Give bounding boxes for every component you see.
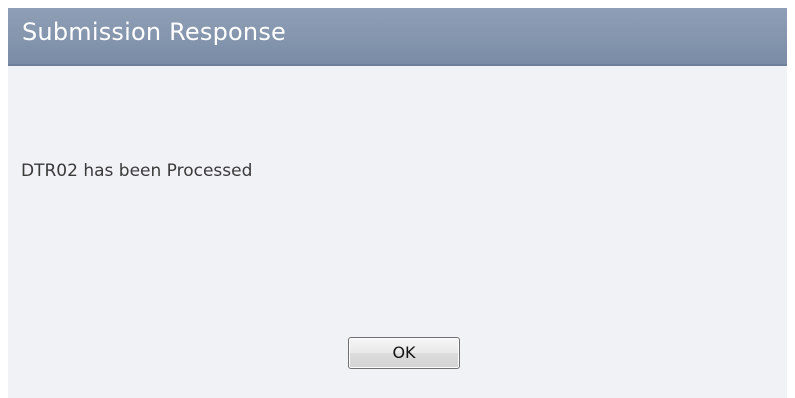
dialog-message: DTR02 has been Processed <box>21 161 253 181</box>
dialog-title: Submission Response <box>22 18 286 46</box>
dialog-header: Submission Response <box>8 8 787 66</box>
ok-button[interactable]: OK <box>348 337 460 369</box>
submission-response-dialog: Submission Response DTR02 has been Proce… <box>8 8 787 398</box>
